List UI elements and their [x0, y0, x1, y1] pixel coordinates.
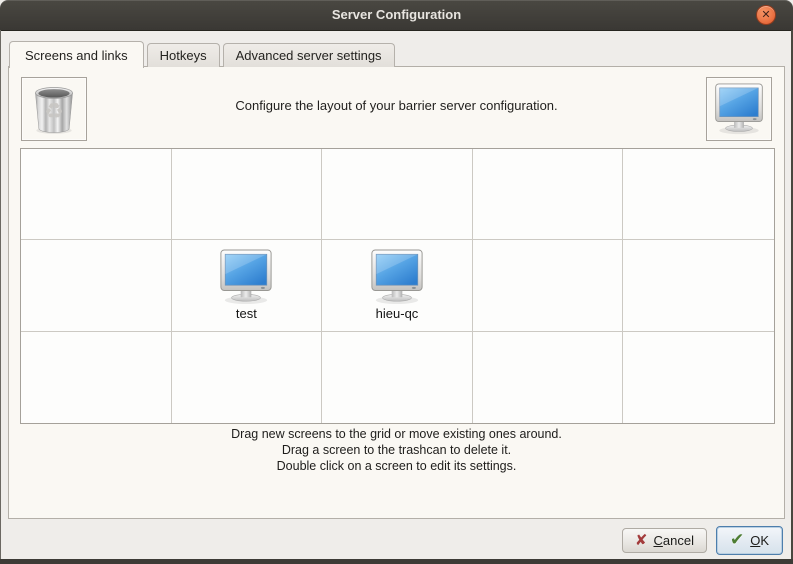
titlebar[interactable]: Server Configuration ✕ — [0, 0, 793, 31]
grid-cell[interactable] — [21, 240, 172, 332]
screen-item-hieu-qc[interactable]: hieu-qc — [365, 249, 429, 321]
tab-advanced-server-settings[interactable]: Advanced server settings — [222, 43, 395, 67]
dialog-button-row: ✘ Cancel ✔ OK — [621, 526, 783, 555]
grid-cell[interactable]: hieu-qc — [322, 240, 473, 332]
grid-cell[interactable] — [322, 149, 473, 241]
close-icon: ✕ — [761, 8, 771, 21]
grid-cell[interactable] — [21, 331, 172, 423]
monitor-icon — [365, 249, 429, 305]
grid-cell[interactable] — [172, 331, 323, 423]
instruction-line: Double click on a screen to edit its set… — [276, 459, 517, 473]
panel-header-text: Configure the layout of your barrier ser… — [235, 98, 558, 113]
new-screen-source[interactable] — [706, 77, 772, 141]
cancel-button[interactable]: ✘ Cancel — [621, 528, 707, 553]
grid-cell[interactable] — [322, 331, 473, 423]
screen-name: hieu-qc — [375, 306, 419, 322]
tab-bar: Screens and links Hotkeys Advanced serve… — [9, 41, 398, 68]
tab-screens-and-links[interactable]: Screens and links — [9, 41, 144, 68]
grid-cell[interactable]: test — [171, 240, 323, 332]
server-configuration-window: Server Configuration ✕ Screens and links… — [0, 0, 793, 564]
cancel-x-icon: ✘ — [634, 531, 648, 549]
instruction-line: Drag a screen to the trashcan to delete … — [281, 443, 512, 457]
window-border-bottom — [0, 559, 793, 564]
cancel-button-label: Cancel — [653, 533, 694, 548]
screens-and-links-panel: Configure the layout of your barrier ser… — [8, 66, 785, 519]
grid-cell[interactable] — [472, 240, 624, 332]
grid-cell[interactable] — [473, 331, 624, 423]
window-border-left — [0, 30, 1, 564]
ok-button[interactable]: ✔ OK — [715, 526, 783, 555]
screen-name: test — [235, 306, 257, 322]
grid-cell[interactable] — [171, 149, 323, 241]
grid-cell[interactable] — [623, 332, 774, 423]
instruction-line: Drag new screens to the grid or move exi… — [231, 427, 562, 441]
tab-label: Screens and links — [25, 48, 128, 63]
grid-cell[interactable] — [623, 149, 774, 241]
tab-label: Hotkeys — [159, 48, 207, 63]
close-button[interactable]: ✕ — [756, 5, 776, 25]
monitor-icon — [710, 83, 768, 135]
ok-button-label: OK — [750, 533, 769, 548]
grid-cell[interactable] — [21, 149, 172, 241]
grid-cell[interactable] — [623, 240, 774, 332]
instructions-text: Drag new screens to the grid or move exi… — [9, 426, 784, 474]
screen-item-test[interactable]: test — [214, 249, 278, 321]
tab-hotkeys[interactable]: Hotkeys — [146, 43, 220, 67]
window-title: Server Configuration — [331, 7, 462, 22]
grid-cell[interactable] — [472, 149, 624, 241]
ok-check-icon: ✔ — [729, 530, 745, 550]
tab-label: Advanced server settings — [235, 48, 382, 63]
monitor-icon — [214, 249, 278, 305]
screen-grid: test hieu-qc — [20, 148, 775, 424]
